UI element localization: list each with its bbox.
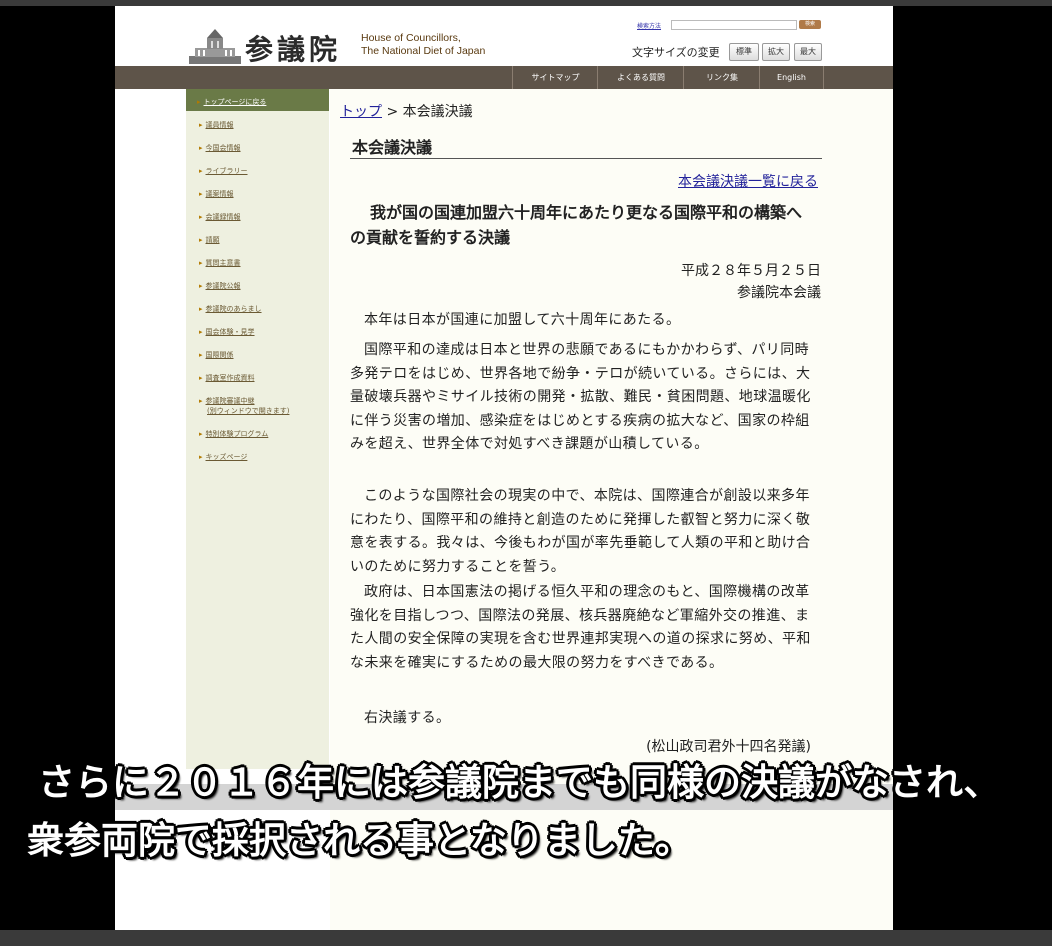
sidebar-item-overview[interactable]: ▸ 参議院のあらまし bbox=[199, 304, 262, 314]
sidebar-item-petitions[interactable]: ▸ 請願 bbox=[199, 235, 220, 245]
resolution-paragraph: このような国際社会の現実の中で、本院は、国際連合が創設以来多年にわたり、国際平和… bbox=[350, 488, 811, 575]
adopted-by: 参議院本会議 bbox=[737, 285, 821, 301]
sidebar-item-label: 参議院公報 bbox=[205, 282, 241, 290]
fontsize-max-button[interactable]: 最大 bbox=[794, 43, 822, 61]
sidebar-item-label: 請願 bbox=[205, 236, 220, 244]
breadcrumb-separator: > bbox=[382, 104, 403, 120]
logo-english[interactable]: House of Councillors, The National Diet … bbox=[361, 32, 485, 58]
sidebar-item-session[interactable]: ▸ 今国会情報 bbox=[199, 143, 241, 153]
sidebar-item-research[interactable]: ▸ 調査室作成資料 bbox=[199, 373, 255, 383]
sidebar-item-label: 参議院審議中継 bbox=[205, 397, 255, 405]
sidebar-item-label: 議員情報 bbox=[205, 121, 234, 129]
sidebar-item-label: 調査室作成資料 bbox=[205, 374, 255, 382]
sidebar-item-members[interactable]: ▸ 議員情報 bbox=[199, 120, 234, 130]
bullet-icon: ▸ bbox=[199, 351, 203, 359]
page-title: 本会議決議 bbox=[352, 138, 433, 157]
sidebar-item-label: 国際関係 bbox=[205, 351, 234, 359]
sidebar-item-bulletin[interactable]: ▸ 参議院公報 bbox=[199, 281, 241, 291]
fontsize-label: 文字サイズの変更 bbox=[632, 46, 720, 59]
sidebar-item-label: 質問主意書 bbox=[205, 259, 241, 267]
sidebar-item-top[interactable]: ▸ トップページに戻る bbox=[197, 97, 266, 107]
sidebar-item-label: トップページに戻る bbox=[203, 98, 267, 106]
search-input[interactable] bbox=[671, 20, 797, 30]
sidebar-item-label: 国会体験・見学 bbox=[205, 328, 255, 336]
logo-english-line2: The National Diet of Japan bbox=[361, 45, 486, 57]
sidebar-item-visit[interactable]: ▸ 国会体験・見学 bbox=[199, 327, 255, 337]
bullet-icon: ▸ bbox=[199, 397, 203, 405]
sidebar-item-library[interactable]: ▸ ライブラリー bbox=[199, 166, 248, 176]
logo-japanese[interactable]: 参議院 bbox=[245, 28, 341, 68]
resolution-paragraph: 政府は、日本国憲法の掲げる恒久平和の理念のもと、国際機構の改革強化を目指しつつ、… bbox=[350, 584, 811, 671]
video-bottom-bar bbox=[0, 930, 1052, 946]
resolution-paragraph: 本年は日本が国連に加盟して六十周年にあたる。 bbox=[364, 312, 681, 328]
bullet-icon: ▸ bbox=[197, 98, 201, 106]
fontsize-standard-button[interactable]: 標準 bbox=[729, 43, 759, 61]
resolution-paragraph: 右決議する。 bbox=[364, 710, 451, 726]
back-to-list-link[interactable]: 本会議決議一覧に戻る bbox=[678, 171, 818, 191]
nav-sitemap[interactable]: サイトマップ bbox=[512, 66, 598, 89]
bullet-icon: ▸ bbox=[199, 282, 203, 290]
sidebar-item-label: 特別体験プログラム bbox=[205, 430, 269, 438]
video-subtitle-line2: 衆参両院で採択される事となりました。 bbox=[27, 819, 692, 862]
resolution-date: 平成２８年５月２５日 bbox=[681, 263, 821, 279]
sidebar: ▸ トップページに戻る ▸ 議員情報 ▸ 今国会情報 ▸ ライブラリー ▸ 議案情報 ▸ 会… bbox=[186, 89, 329, 769]
sidebar-item-label: 今国会情報 bbox=[205, 144, 241, 152]
sidebar-item-label: キッズページ bbox=[205, 453, 248, 461]
bullet-icon: ▸ bbox=[199, 374, 203, 382]
sidebar-item-international[interactable]: ▸ 国際関係 bbox=[199, 350, 234, 360]
site-header: 参議院 House of Councillors, The National D… bbox=[115, 6, 893, 66]
nav-english[interactable]: English bbox=[759, 66, 824, 89]
sidebar-item-label: 会議録情報 bbox=[205, 213, 241, 221]
video-subtitle-line1: さらに２０１６年には参議院までも同様の決議がなされ、 bbox=[38, 761, 1001, 804]
resolution-title: 我が国の国連加盟六十周年にあたり更なる国際平和の構築への貢献を誓約する決議 bbox=[350, 203, 803, 247]
fontsize-large-button[interactable]: 拡大 bbox=[762, 43, 790, 61]
bullet-icon: ▸ bbox=[199, 121, 203, 129]
bullet-icon: ▸ bbox=[199, 259, 203, 267]
sidebar-item-minutes[interactable]: ▸ 会議録情報 bbox=[199, 212, 241, 222]
sidebar-item-sublabel: (別ウィンドウで開きます) bbox=[207, 407, 290, 415]
nav-faq[interactable]: よくある質問 bbox=[597, 66, 684, 89]
sidebar-item-bills[interactable]: ▸ 議案情報 bbox=[199, 189, 234, 199]
title-divider bbox=[350, 158, 822, 159]
diet-building-icon bbox=[189, 29, 241, 64]
bullet-icon: ▸ bbox=[199, 144, 203, 152]
bullet-icon: ▸ bbox=[199, 453, 203, 461]
sidebar-item-label: ライブラリー bbox=[205, 167, 248, 175]
search-help-link[interactable]: 検索方法 bbox=[637, 21, 661, 30]
bullet-icon: ▸ bbox=[199, 305, 203, 313]
bullet-icon: ▸ bbox=[199, 213, 203, 221]
sidebar-active-bg: ▸ トップページに戻る bbox=[186, 89, 329, 111]
bullet-icon: ▸ bbox=[199, 190, 203, 198]
breadcrumb-current: 本会議決議 bbox=[402, 104, 473, 120]
sidebar-item-label: 参議院のあらまし bbox=[205, 305, 262, 313]
sidebar-item-broadcast[interactable]: ▸ 参議院審議中継 (別ウィンドウで開きます) bbox=[199, 396, 289, 416]
sidebar-item-label: 議案情報 bbox=[205, 190, 234, 198]
search-button[interactable]: 検索 bbox=[799, 20, 821, 29]
bullet-icon: ▸ bbox=[199, 430, 203, 438]
breadcrumb: トップ > 本会議決議 bbox=[340, 101, 473, 121]
sidebar-item-questions[interactable]: ▸ 質問主意書 bbox=[199, 258, 241, 268]
bullet-icon: ▸ bbox=[199, 236, 203, 244]
resolution-paragraph: 国際平和の達成は日本と世界の悲願であるにもかかわらず、パリ同時多発テロをはじめ、… bbox=[350, 342, 811, 452]
bullet-icon: ▸ bbox=[199, 167, 203, 175]
sidebar-item-kids[interactable]: ▸ キッズページ bbox=[199, 452, 247, 462]
top-nav: サイトマップ よくある質問 リンク集 English bbox=[115, 66, 893, 89]
bullet-icon: ▸ bbox=[199, 328, 203, 336]
sidebar-item-program[interactable]: ▸ 特別体験プログラム bbox=[199, 429, 268, 439]
breadcrumb-top-link[interactable]: トップ bbox=[340, 104, 382, 120]
nav-links[interactable]: リンク集 bbox=[683, 66, 760, 89]
logo-english-line1: House of Councillors, bbox=[361, 32, 461, 44]
